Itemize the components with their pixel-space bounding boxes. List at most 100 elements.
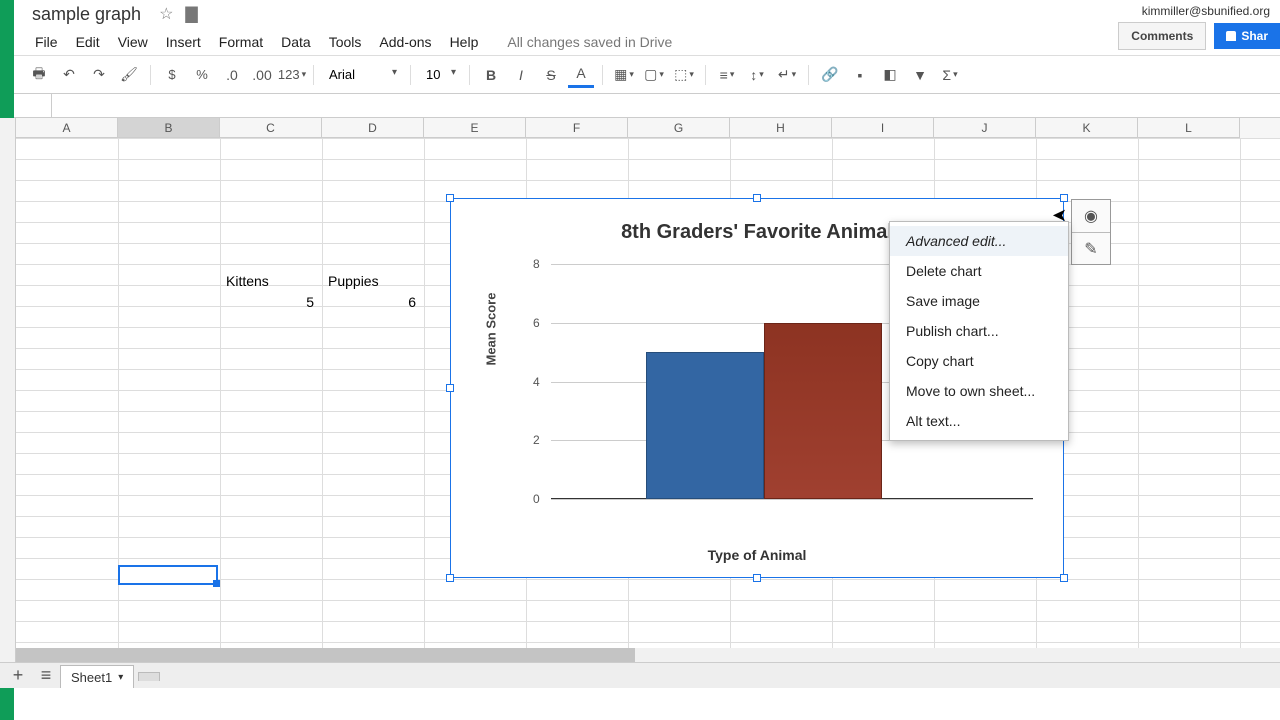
col-header-G[interactable]: G — [628, 118, 730, 138]
cell-C9[interactable]: 5 — [222, 292, 318, 312]
y-tick: 6 — [533, 316, 540, 330]
functions-button[interactable]: Σ — [937, 62, 963, 88]
col-header-I[interactable]: I — [832, 118, 934, 138]
x-axis-label: Type of Animal — [708, 547, 807, 563]
y-tick: 8 — [533, 257, 540, 271]
link-icon[interactable]: 🔗 — [817, 62, 843, 88]
resize-handle[interactable] — [1060, 194, 1068, 202]
user-email: kimmiller@sbunified.org — [1142, 4, 1270, 18]
number-format-button[interactable]: 123 — [279, 62, 305, 88]
view-chart-icon[interactable]: ◉ — [1072, 200, 1110, 232]
star-icon[interactable]: ☆ — [159, 4, 173, 24]
paint-format-icon[interactable]: 🖌 — [116, 62, 142, 88]
undo-icon[interactable]: ↶ — [56, 62, 82, 88]
col-header-D[interactable]: D — [322, 118, 424, 138]
edit-chart-icon[interactable]: ✎ — [1072, 232, 1110, 264]
menu-save-image[interactable]: Save image — [890, 286, 1068, 316]
comment-icon[interactable]: ▪ — [847, 62, 873, 88]
bold-button[interactable]: B — [478, 62, 504, 88]
menu-data[interactable]: Data — [272, 30, 320, 54]
chart-side-toolbar: ◉ ✎ — [1071, 199, 1111, 265]
share-label: Shar — [1241, 29, 1268, 43]
menu-advanced-edit[interactable]: Advanced edit... — [890, 226, 1068, 256]
row-headers[interactable] — [0, 118, 16, 688]
share-button[interactable]: Shar — [1214, 23, 1280, 49]
menu-help[interactable]: Help — [441, 30, 488, 54]
col-header-L[interactable]: L — [1138, 118, 1240, 138]
resize-handle[interactable] — [446, 384, 454, 392]
col-header-H[interactable]: H — [730, 118, 832, 138]
sheet-tab[interactable]: Sheet1▾ — [60, 665, 134, 689]
col-header-E[interactable]: E — [424, 118, 526, 138]
menu-alt-text[interactable]: Alt text... — [890, 406, 1068, 436]
menu-publish-chart[interactable]: Publish chart... — [890, 316, 1068, 346]
toolbar: 🖶 ↶ ↷ 🖌 $ % .0 .00 123 Arial 10 B I S A … — [0, 56, 1280, 94]
comments-button[interactable]: Comments — [1118, 22, 1206, 50]
menu-copy-chart[interactable]: Copy chart — [890, 346, 1068, 376]
italic-button[interactable]: I — [508, 62, 534, 88]
text-color-button[interactable]: A — [568, 62, 594, 88]
bar-Kittens[interactable] — [646, 352, 764, 499]
cell-D9[interactable]: 6 — [324, 292, 420, 312]
bar-Puppies[interactable] — [764, 323, 882, 499]
print-icon[interactable]: 🖶 — [26, 62, 52, 88]
col-header-J[interactable]: J — [934, 118, 1036, 138]
doc-title[interactable]: sample graph — [32, 4, 141, 25]
resize-handle[interactable] — [446, 574, 454, 582]
inc-decimal-icon[interactable]: .00 — [249, 62, 275, 88]
chart-object[interactable]: ◉ ✎ 8th Graders' Favorite Animal Mean Sc… — [450, 198, 1064, 578]
folder-icon[interactable]: ▇ — [185, 4, 197, 24]
menu-delete-chart[interactable]: Delete chart — [890, 256, 1068, 286]
redo-icon[interactable]: ↷ — [86, 62, 112, 88]
strike-button[interactable]: S — [538, 62, 564, 88]
all-sheets-button[interactable]: ≡ — [32, 663, 60, 688]
menu-format[interactable]: Format — [210, 30, 272, 54]
filter-icon[interactable]: ▼ — [907, 62, 933, 88]
fill-handle[interactable] — [213, 580, 220, 587]
col-header-C[interactable]: C — [220, 118, 322, 138]
cell-C8[interactable]: Kittens — [222, 271, 320, 291]
currency-button[interactable]: $ — [159, 62, 185, 88]
menu-edit[interactable]: Edit — [67, 30, 109, 54]
fill-color-button[interactable]: ▦ — [611, 62, 637, 88]
menu-tools[interactable]: Tools — [320, 30, 371, 54]
menu-file[interactable]: File — [26, 30, 67, 54]
wrap-button[interactable]: ↵ — [774, 62, 800, 88]
h-align-button[interactable]: ≡ — [714, 62, 740, 88]
merge-button[interactable]: ⬚ — [671, 62, 697, 88]
resize-handle[interactable] — [446, 194, 454, 202]
save-status: All changes saved in Drive — [507, 34, 672, 50]
sheet-tab-overflow[interactable] — [138, 672, 160, 681]
font-select[interactable]: Arial — [322, 64, 402, 85]
resize-handle[interactable] — [753, 574, 761, 582]
h-scrollbar-thumb[interactable] — [16, 648, 635, 662]
menu-move-own-sheet[interactable]: Move to own sheet... — [890, 376, 1068, 406]
cursor-icon: ➤ — [1052, 205, 1067, 226]
spreadsheet-grid[interactable]: ABCDEFGHIJKL Kittens Puppies 5 6 ◉ ✎ 8th… — [0, 118, 1280, 688]
menu-insert[interactable]: Insert — [157, 30, 210, 54]
cell-D8[interactable]: Puppies — [324, 271, 422, 291]
col-header-K[interactable]: K — [1036, 118, 1138, 138]
y-tick: 2 — [533, 433, 540, 447]
lock-icon — [1226, 31, 1236, 41]
v-align-button[interactable]: ↕ — [744, 62, 770, 88]
sheet-tab-bar: + ≡ Sheet1▾ — [0, 662, 1280, 688]
formula-bar[interactable] — [0, 94, 1280, 118]
menu-view[interactable]: View — [109, 30, 157, 54]
chart-icon[interactable]: ◧ — [877, 62, 903, 88]
resize-handle[interactable] — [1060, 574, 1068, 582]
percent-button[interactable]: % — [189, 62, 215, 88]
font-size-select[interactable]: 10 — [419, 64, 461, 85]
col-header-F[interactable]: F — [526, 118, 628, 138]
add-sheet-button[interactable]: + — [4, 663, 32, 688]
borders-button[interactable]: ▢ — [641, 62, 667, 88]
menu-addons[interactable]: Add-ons — [370, 30, 440, 54]
h-scrollbar-track[interactable] — [16, 648, 1280, 662]
resize-handle[interactable] — [753, 194, 761, 202]
col-header-B[interactable]: B — [118, 118, 220, 138]
dec-decimal-icon[interactable]: .0 — [219, 62, 245, 88]
y-tick: 0 — [533, 492, 540, 506]
col-header-A[interactable]: A — [16, 118, 118, 138]
active-cell[interactable] — [118, 565, 218, 585]
chevron-down-icon[interactable]: ▾ — [118, 672, 123, 683]
